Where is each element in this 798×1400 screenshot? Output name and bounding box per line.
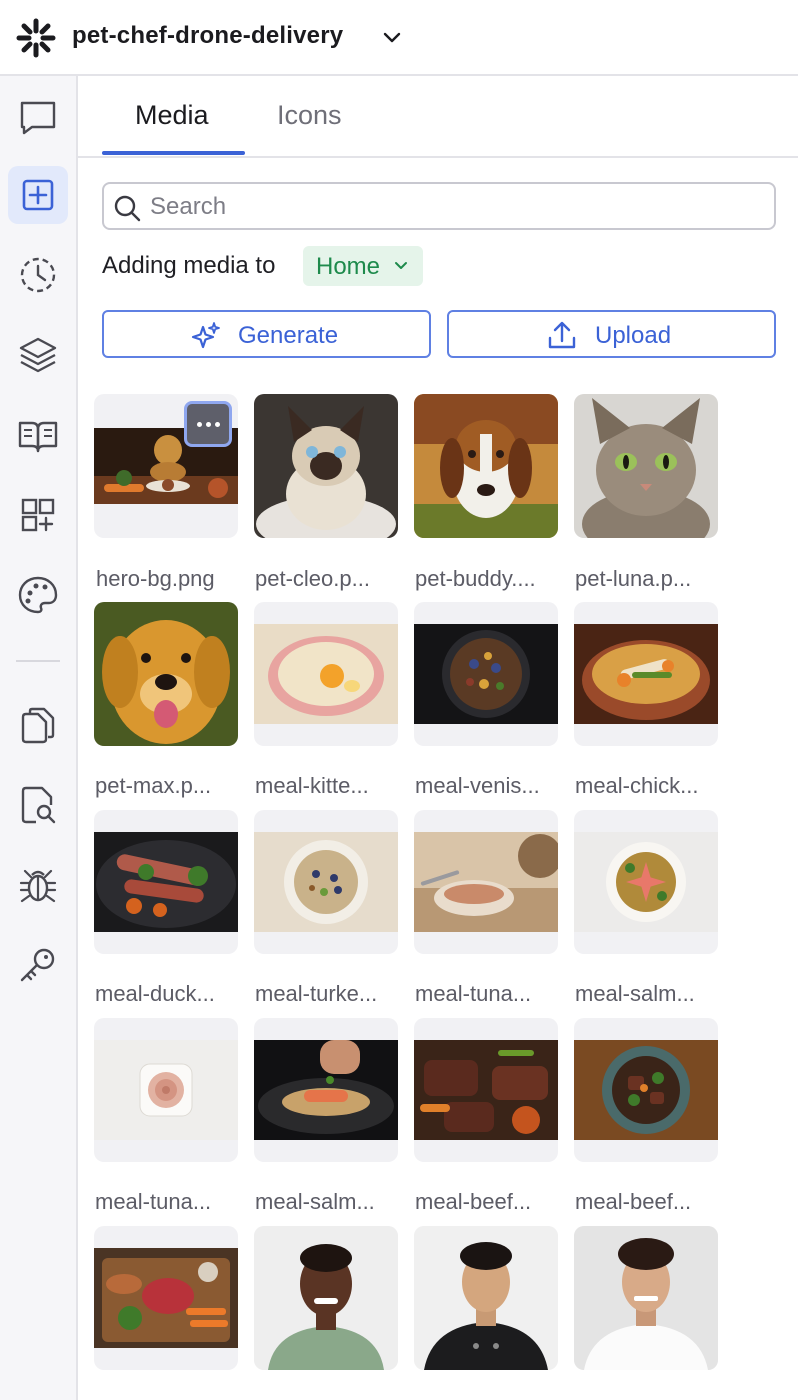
key-icon[interactable] — [8, 936, 68, 994]
upload-icon — [548, 321, 576, 349]
bug-icon[interactable] — [8, 856, 68, 914]
media-caption: meal-venis... — [415, 773, 540, 798]
media-thumbnail — [94, 1248, 238, 1348]
media-caption: meal-duck... — [95, 981, 215, 1006]
add-grid-icon[interactable] — [8, 486, 68, 544]
media-tile[interactable] — [254, 394, 398, 538]
history-clock-icon[interactable] — [8, 246, 68, 304]
media-caption: hero-bg.png — [96, 566, 215, 591]
media-thumbnail — [574, 624, 718, 724]
media-thumbnail — [574, 1226, 718, 1370]
project-name[interactable]: pet-chef-drone-delivery — [72, 22, 343, 50]
media-caption: pet-buddy.... — [415, 566, 536, 591]
media-tile[interactable] — [574, 602, 718, 746]
media-thumbnail — [94, 832, 238, 932]
media-tile[interactable] — [94, 394, 238, 538]
media-thumbnail — [94, 1040, 238, 1140]
media-caption: pet-max.p... — [95, 773, 212, 798]
media-tile[interactable] — [94, 602, 238, 746]
media-thumbnail — [254, 832, 398, 932]
copy-pages-icon[interactable] — [8, 696, 68, 754]
media-tile[interactable] — [574, 1226, 718, 1370]
tab-icons[interactable]: Icons — [277, 100, 342, 131]
book-open-icon[interactable] — [8, 406, 68, 464]
media-caption: meal-tuna... — [95, 1189, 212, 1214]
upload-button[interactable]: Upload — [447, 310, 776, 358]
active-tab-indicator — [102, 151, 245, 155]
media-tile[interactable] — [254, 1226, 398, 1370]
search-document-icon[interactable] — [8, 776, 68, 834]
media-tile[interactable] — [414, 1226, 558, 1370]
media-tile[interactable] — [254, 810, 398, 954]
media-caption: meal-salm... — [255, 1189, 375, 1214]
starburst-logo-icon[interactable] — [16, 18, 56, 58]
media-caption: meal-beef... — [415, 1189, 532, 1214]
media-thumbnail — [574, 1040, 718, 1140]
generate-label: Generate — [238, 322, 339, 349]
media-caption: pet-luna.p... — [575, 566, 692, 591]
media-caption — [575, 1392, 735, 1400]
search-icon — [114, 195, 141, 222]
media-tabs: Media Icons — [78, 76, 798, 158]
media-thumbnail — [94, 602, 238, 746]
media-caption: meal-turke... — [255, 981, 378, 1006]
tab-media[interactable]: Media — [135, 100, 209, 131]
media-tile[interactable] — [414, 394, 558, 538]
media-thumbnail — [414, 624, 558, 724]
sparkles-icon — [191, 322, 220, 349]
chevron-down-icon — [395, 262, 407, 269]
media-tile[interactable] — [254, 602, 398, 746]
media-caption: meal-tuna... — [415, 981, 532, 1006]
media-caption — [255, 1392, 415, 1400]
media-tile[interactable] — [94, 1018, 238, 1162]
media-thumbnail — [574, 832, 718, 932]
search-input[interactable] — [150, 190, 750, 224]
media-tile[interactable] — [574, 394, 718, 538]
top-bar: pet-chef-drone-delivery — [0, 0, 798, 76]
media-tile[interactable] — [574, 1018, 718, 1162]
palette-icon[interactable] — [8, 566, 68, 624]
media-thumbnail — [414, 832, 558, 932]
media-tile[interactable] — [414, 810, 558, 954]
layers-icon[interactable] — [8, 326, 68, 384]
add-square-icon[interactable] — [8, 166, 68, 224]
media-caption: pet-cleo.p... — [255, 566, 370, 591]
media-thumbnail — [254, 1040, 398, 1140]
left-nav-rail — [0, 76, 78, 1400]
media-thumbnail — [574, 394, 718, 538]
media-caption — [95, 1392, 255, 1400]
media-thumbnail — [414, 1226, 558, 1370]
media-caption: meal-beef... — [575, 1189, 692, 1214]
media-thumbnail — [414, 394, 558, 538]
upload-label: Upload — [595, 322, 672, 349]
rail-divider — [16, 660, 60, 662]
media-caption: meal-kitte... — [255, 773, 369, 798]
media-tile[interactable] — [574, 810, 718, 954]
media-thumbnail — [254, 1226, 398, 1370]
media-caption — [415, 1392, 575, 1400]
media-tile[interactable] — [414, 1018, 558, 1162]
chat-icon[interactable] — [8, 88, 68, 146]
media-thumbnail — [254, 624, 398, 724]
target-page-dropdown[interactable]: Home — [303, 246, 423, 286]
search-box — [102, 182, 776, 230]
adding-media-label: Adding media to — [102, 252, 276, 279]
media-caption: meal-salm... — [575, 981, 695, 1006]
generate-button[interactable]: Generate — [102, 310, 431, 358]
target-page-label: Home — [316, 253, 381, 280]
media-thumbnail — [254, 394, 398, 538]
media-caption: meal-chick... — [575, 773, 699, 798]
more-options-button[interactable] — [184, 401, 232, 447]
media-tile[interactable] — [254, 1018, 398, 1162]
media-thumbnail — [414, 1040, 558, 1140]
chevron-down-icon[interactable] — [380, 26, 404, 50]
media-tile[interactable] — [414, 602, 558, 746]
media-tile[interactable] — [94, 1226, 238, 1370]
media-tile[interactable] — [94, 810, 238, 954]
